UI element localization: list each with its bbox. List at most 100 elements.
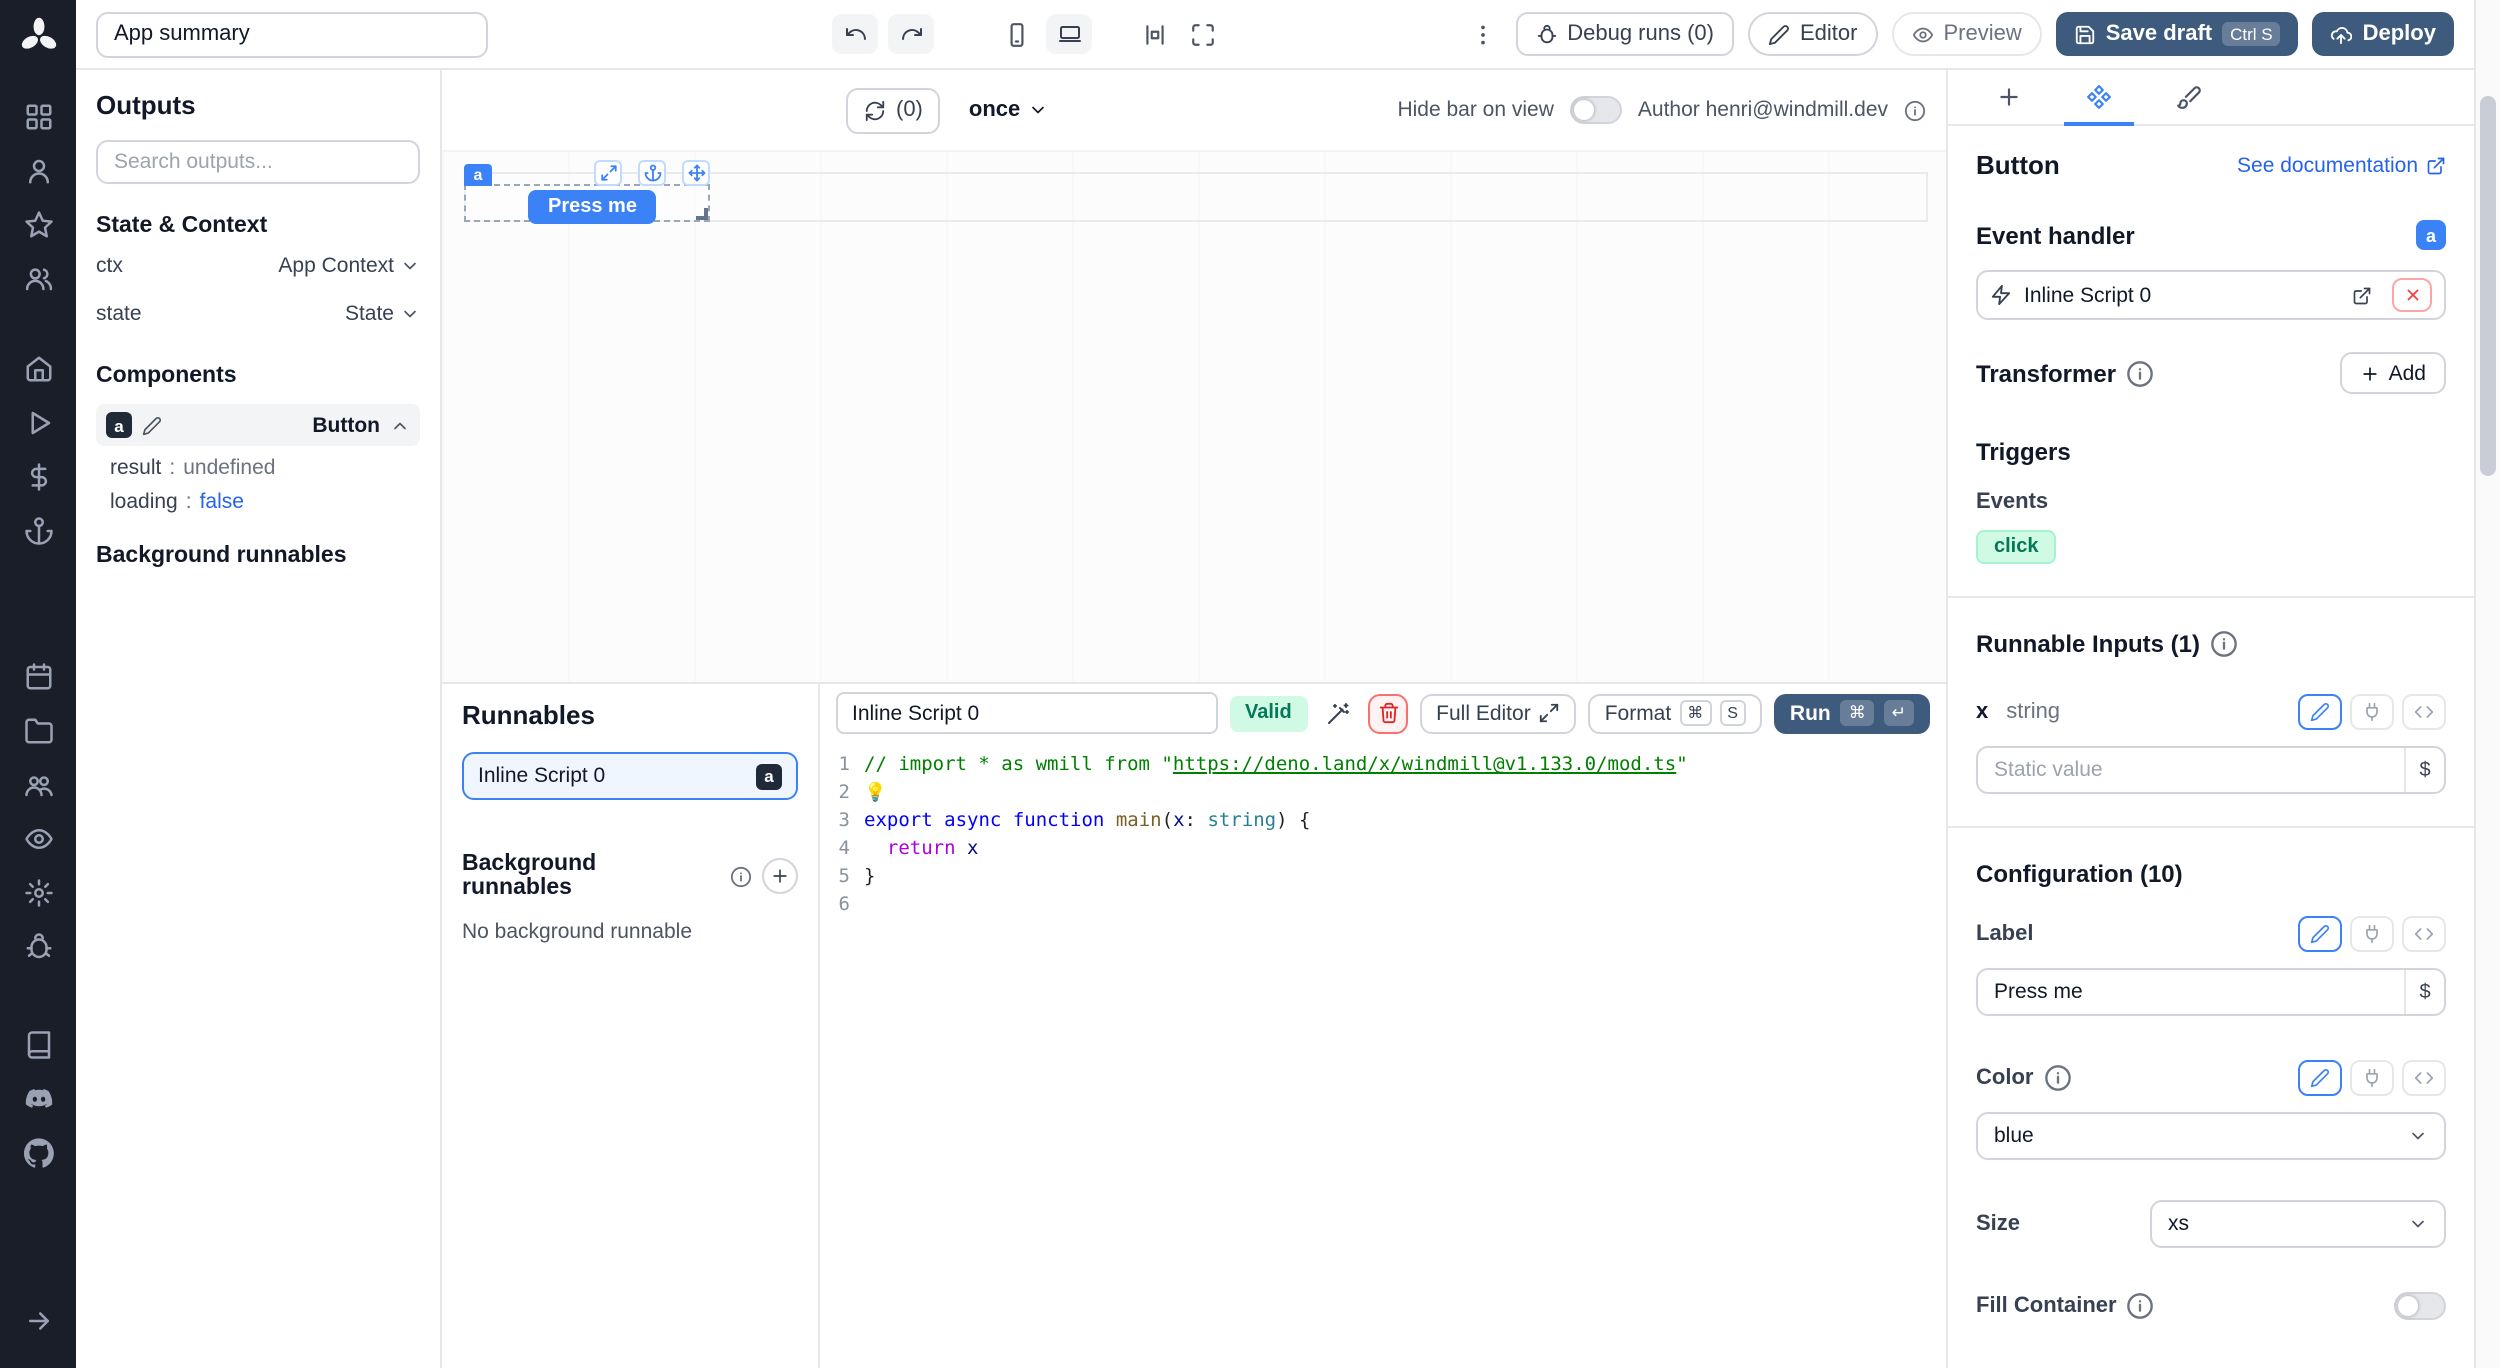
debug-bug-icon[interactable] [0, 920, 76, 974]
undo-button[interactable] [832, 14, 878, 54]
size-select[interactable]: xs [2150, 1200, 2446, 1248]
insert-component-tab[interactable] [1964, 70, 2054, 124]
view-controls [832, 14, 1222, 54]
refresh-mode-select[interactable]: once [969, 98, 1048, 122]
center-content-icon[interactable] [1136, 14, 1174, 54]
run-button[interactable]: Run⌘↵ [1774, 693, 1930, 733]
x-connect-plug-icon[interactable] [2350, 694, 2394, 730]
expand-rail-arrow-icon[interactable] [0, 1294, 76, 1348]
plus-icon [1996, 84, 2022, 110]
ctx-row[interactable]: ctx App Context [96, 244, 420, 286]
ai-wand-icon[interactable] [1320, 693, 1356, 733]
result-row[interactable]: result : undefined [96, 456, 420, 480]
see-documentation-link[interactable]: See documentation [2237, 153, 2446, 177]
resources-anchor-icon[interactable] [0, 504, 76, 558]
app-canvas[interactable]: a Press me [442, 150, 1946, 682]
refresh-components-button[interactable]: (0) [846, 87, 941, 133]
windmill-logo[interactable] [17, 16, 59, 58]
deploy-button[interactable]: Deploy [2313, 12, 2454, 56]
fill-container-toggle[interactable] [2394, 1292, 2446, 1320]
discord-icon[interactable] [0, 1072, 76, 1126]
anchor-handle-icon[interactable] [638, 160, 666, 186]
template-dollar-toggle[interactable]: $ [2404, 970, 2444, 1014]
resize-handle[interactable] [696, 208, 708, 220]
x-static-edit-icon[interactable] [2298, 694, 2342, 730]
loading-row[interactable]: loading : false [96, 490, 420, 514]
color-static-edit-icon[interactable] [2298, 1060, 2342, 1096]
info-icon[interactable] [2043, 1064, 2071, 1092]
home-icon[interactable] [0, 342, 76, 396]
color-connect-plug-icon[interactable] [2350, 1060, 2394, 1096]
styling-tab[interactable] [2144, 70, 2234, 124]
code-editor[interactable]: 123456 // import * as wmill from "https:… [820, 742, 1946, 1368]
docs-book-icon[interactable] [0, 1018, 76, 1072]
audit-eye-icon[interactable] [0, 812, 76, 866]
component-settings-tab[interactable] [2054, 70, 2144, 124]
info-icon[interactable] [2210, 630, 2238, 658]
users-icon[interactable] [0, 252, 76, 306]
code-content[interactable]: // import * as wmill from "https://deno.… [864, 752, 1946, 1368]
expand-handle-icon[interactable] [594, 160, 622, 186]
variables-icon[interactable] [0, 450, 76, 504]
search-outputs-input[interactable] [96, 140, 420, 184]
x-eval-code-icon[interactable] [2402, 694, 2446, 730]
desktop-view-icon[interactable] [1046, 14, 1092, 54]
preview-toggle-button[interactable]: Preview [1891, 12, 2041, 56]
apps-icon[interactable] [0, 90, 76, 144]
delete-script-button[interactable] [1368, 693, 1408, 733]
hide-bar-toggle[interactable] [1570, 96, 1622, 124]
color-eval-code-icon[interactable] [2402, 1060, 2446, 1096]
x-value-input[interactable] [1978, 758, 2404, 782]
save-draft-button[interactable]: Save draftCtrl S [2056, 12, 2299, 56]
add-transformer-button[interactable]: Add [2341, 352, 2446, 394]
info-icon[interactable] [1904, 99, 1926, 121]
detach-script-button[interactable] [2392, 278, 2432, 312]
color-select[interactable]: blue [1976, 1112, 2446, 1160]
settings-gear-icon[interactable] [0, 866, 76, 920]
fullscreen-icon[interactable] [1184, 14, 1222, 54]
script-name-input[interactable] [836, 692, 1217, 734]
runnables-title: Runnables [462, 700, 798, 730]
info-icon[interactable] [2126, 359, 2154, 387]
component-output-row[interactable]: a Button [96, 404, 420, 446]
code-line: } [864, 864, 1946, 892]
chevron-up-icon[interactable] [390, 415, 410, 435]
label-connect-plug-icon[interactable] [2350, 916, 2394, 952]
app-summary-input[interactable] [96, 11, 488, 57]
info-icon[interactable] [730, 865, 752, 887]
press-me-button[interactable]: Press me [528, 190, 657, 224]
label-input[interactable] [1978, 980, 2404, 1004]
runs-icon[interactable] [0, 396, 76, 450]
groups-icon[interactable] [0, 758, 76, 812]
template-dollar-toggle[interactable]: $ [2404, 748, 2444, 792]
schedules-icon[interactable] [0, 650, 76, 704]
runnable-item[interactable]: Inline Script 0 a [462, 752, 798, 800]
full-editor-button[interactable]: Full Editor [1420, 693, 1577, 733]
star-icon[interactable] [0, 198, 76, 252]
edit-id-pencil-icon[interactable] [142, 415, 162, 435]
github-icon[interactable] [0, 1126, 76, 1180]
redo-button[interactable] [888, 14, 934, 54]
format-button[interactable]: Format⌘S [1589, 693, 1762, 733]
editor-toggle-button[interactable]: Editor [1748, 12, 1878, 56]
state-row[interactable]: state State [96, 292, 420, 334]
page-scrollbar[interactable] [2474, 0, 2500, 1368]
debug-runs-button[interactable]: Debug runs (0) [1515, 12, 1734, 56]
user-icon[interactable] [0, 144, 76, 198]
button-component-cell[interactable]: a Press me [464, 184, 710, 222]
add-background-runnable-button[interactable] [762, 858, 798, 894]
label-static-edit-icon[interactable] [2298, 916, 2342, 952]
label-eval-code-icon[interactable] [2402, 916, 2446, 952]
folders-icon[interactable] [0, 704, 76, 758]
format-shortcut-1: ⌘ [1679, 700, 1711, 726]
info-icon[interactable] [2127, 1292, 2155, 1320]
open-script-icon[interactable] [2344, 278, 2380, 312]
component-id-tab: a [464, 164, 492, 186]
mobile-view-icon[interactable] [998, 14, 1036, 54]
inline-script-ref[interactable]: Inline Script 0 [1976, 270, 2446, 320]
more-menu-icon[interactable] [1463, 14, 1501, 54]
chevron-down-icon [2408, 1126, 2428, 1146]
scrollbar-thumb[interactable] [2480, 96, 2496, 476]
move-handle-icon[interactable] [682, 160, 710, 186]
topbar-actions: Debug runs (0) Editor Preview Save draft… [1463, 12, 2458, 56]
